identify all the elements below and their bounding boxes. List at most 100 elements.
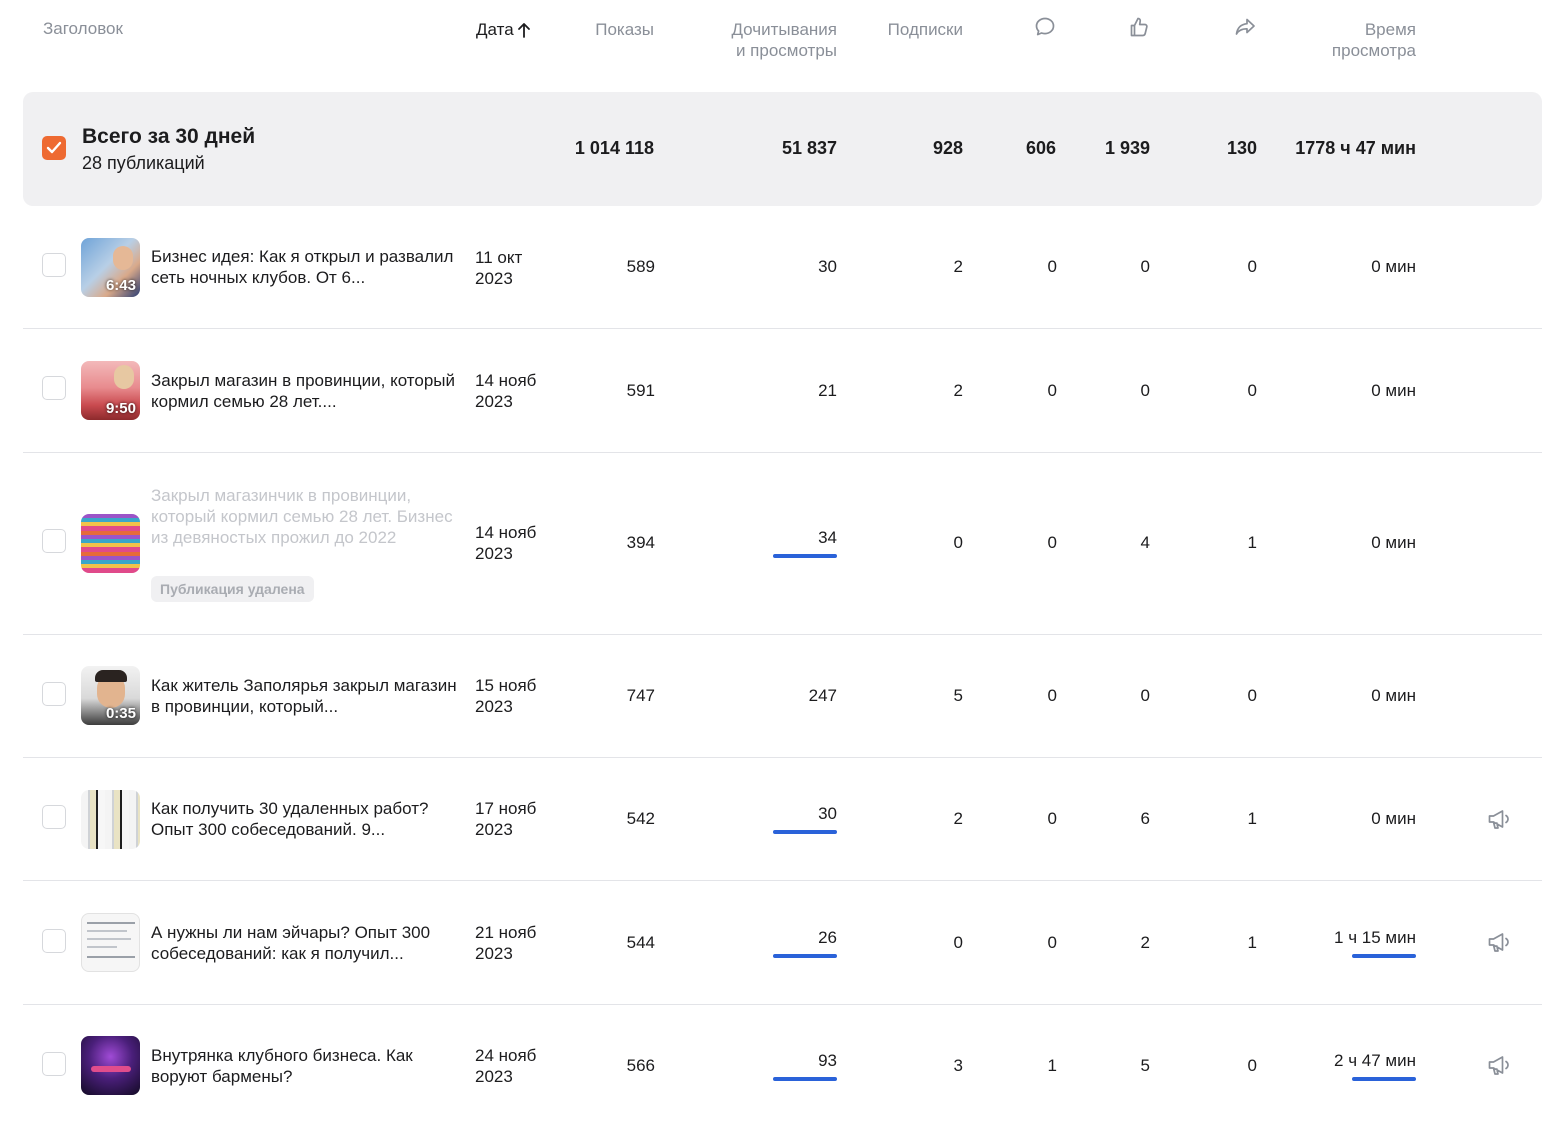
- publication-title[interactable]: Как житель Заполярья закрыл магазин в пр…: [151, 675, 466, 717]
- video-thumbnail[interactable]: [81, 1036, 140, 1095]
- row-divider: [23, 880, 1542, 881]
- cell-reads[interactable]: 34: [736, 528, 837, 548]
- cell-subscriptions: 3: [953, 1056, 963, 1075]
- row-checkbox[interactable]: [42, 805, 66, 829]
- cell-watch-time[interactable]: 1 ч 15 мин: [1300, 928, 1416, 948]
- header-time-line1: Время: [1364, 20, 1416, 39]
- row-checkbox[interactable]: [42, 929, 66, 953]
- cell-comments: 0: [1047, 809, 1057, 828]
- header-reads-line1: Дочитывания: [731, 20, 837, 39]
- row-checkbox[interactable]: [42, 1052, 66, 1076]
- promote-button[interactable]: [1486, 806, 1512, 837]
- date-day: 15 нояб: [475, 676, 537, 695]
- video-thumbnail[interactable]: 9:50: [81, 361, 140, 420]
- date-day: 21 нояб: [475, 923, 537, 942]
- row-divider: [23, 757, 1542, 758]
- header-title[interactable]: Заголовок: [43, 18, 123, 39]
- publication-title[interactable]: Бизнес идея: Как я открыл и развалил сет…: [151, 246, 466, 288]
- publication-title[interactable]: А нужны ли нам эйчары? Опыт 300 собеседо…: [151, 922, 466, 964]
- cell-impressions: 394: [626, 533, 655, 552]
- video-thumbnail[interactable]: [81, 790, 140, 849]
- date-year: 2023: [475, 944, 513, 963]
- date-day: 17 нояб: [475, 799, 537, 818]
- video-thumbnail[interactable]: [81, 913, 140, 972]
- publication-title[interactable]: Закрыл магазинчик в провинции, который к…: [151, 485, 466, 548]
- header-date[interactable]: Дата: [476, 19, 531, 40]
- deleted-badge: Публикация удалена: [151, 576, 314, 602]
- publication-title[interactable]: Внутрянка клубного бизнеса. Как воруют б…: [151, 1045, 466, 1087]
- arrow-up-icon: [517, 22, 530, 38]
- video-thumbnail[interactable]: 6:43: [81, 238, 140, 297]
- date-year: 2023: [475, 820, 513, 839]
- row-checkbox[interactable]: [42, 529, 66, 553]
- cell-comments: 1: [1047, 1056, 1057, 1075]
- reads-progress-bar: [773, 830, 837, 834]
- row-checkbox[interactable]: [42, 376, 66, 400]
- publication-title[interactable]: Закрыл магазин в провинции, который корм…: [151, 370, 466, 412]
- reads-progress-bar: [773, 554, 837, 558]
- publication-title[interactable]: Как получить 30 удаленных работ? Опыт 30…: [151, 798, 466, 840]
- header-likes[interactable]: [1127, 15, 1151, 39]
- select-all-checkbox[interactable]: [42, 136, 66, 160]
- row-checkbox[interactable]: [42, 682, 66, 706]
- cell-shares: 0: [1247, 381, 1257, 400]
- promote-button[interactable]: [1486, 1052, 1512, 1083]
- row-divider: [23, 328, 1542, 329]
- reads-progress-bar: [773, 1077, 837, 1081]
- share-icon: [1235, 18, 1255, 35]
- date-year: 2023: [475, 544, 513, 563]
- cell-comments: 0: [1047, 257, 1057, 276]
- cell-subscriptions: 2: [953, 381, 963, 400]
- publication-date: 14 нояб 2023: [475, 370, 536, 412]
- cell-reads[interactable]: 30: [736, 804, 837, 824]
- cell-shares: 1: [1247, 933, 1257, 952]
- video-thumbnail[interactable]: 0:35: [81, 666, 140, 725]
- summary-comments: 606: [1025, 138, 1056, 158]
- date-year: 2023: [475, 1067, 513, 1086]
- summary-subscriptions: 928: [932, 138, 963, 158]
- summary-reads: 51 837: [781, 138, 837, 158]
- video-duration: 0:35: [105, 705, 136, 722]
- summary-shares: 130: [1226, 138, 1257, 158]
- cell-reads: 247: [808, 686, 837, 705]
- cell-impressions: 591: [626, 381, 655, 400]
- row-divider: [23, 452, 1542, 453]
- like-icon: [1130, 17, 1148, 37]
- summary-watch-time: 1778 ч 47 мин: [1295, 138, 1416, 158]
- cell-subscriptions: 2: [953, 257, 963, 276]
- header-subscriptions[interactable]: Подписки: [862, 19, 963, 40]
- cell-comments: 0: [1047, 381, 1057, 400]
- row-checkbox[interactable]: [42, 253, 66, 277]
- cell-watch-time: 0 мин: [1371, 809, 1416, 828]
- megaphone-icon: [1488, 1056, 1509, 1075]
- header-reads[interactable]: Дочитывания и просмотры: [690, 19, 837, 61]
- cell-impressions: 542: [626, 809, 655, 828]
- comment-icon: [1035, 17, 1055, 36]
- cell-comments: 0: [1047, 533, 1057, 552]
- video-thumbnail[interactable]: [81, 514, 140, 573]
- header-shares[interactable]: [1233, 15, 1257, 39]
- header-impressions[interactable]: Показы: [553, 19, 654, 40]
- header-watch-time[interactable]: Время просмотра: [1296, 19, 1416, 61]
- promote-button[interactable]: [1486, 929, 1512, 960]
- cell-reads[interactable]: 93: [736, 1051, 837, 1071]
- cell-impressions: 747: [626, 686, 655, 705]
- header-date-label: Дата: [476, 20, 514, 39]
- header-comments[interactable]: [1033, 15, 1057, 39]
- summary-subtitle: 28 публикаций: [82, 153, 205, 173]
- date-year: 2023: [475, 697, 513, 716]
- cell-subscriptions: 0: [953, 533, 963, 552]
- video-duration: 6:43: [105, 277, 136, 294]
- check-icon: [46, 141, 62, 154]
- date-day: 11 окт: [475, 248, 523, 267]
- publication-date: 15 нояб 2023: [475, 675, 536, 717]
- cell-likes: 6: [1140, 809, 1150, 828]
- header-time-line2: просмотра: [1331, 41, 1416, 60]
- publication-date: 21 нояб 2023: [475, 922, 536, 964]
- cell-watch-time[interactable]: 2 ч 47 мин: [1300, 1051, 1416, 1071]
- cell-reads[interactable]: 26: [736, 928, 837, 948]
- cell-shares: 0: [1247, 1056, 1257, 1075]
- megaphone-icon: [1488, 933, 1509, 952]
- row-divider: [23, 634, 1542, 635]
- cell-impressions: 589: [626, 257, 655, 276]
